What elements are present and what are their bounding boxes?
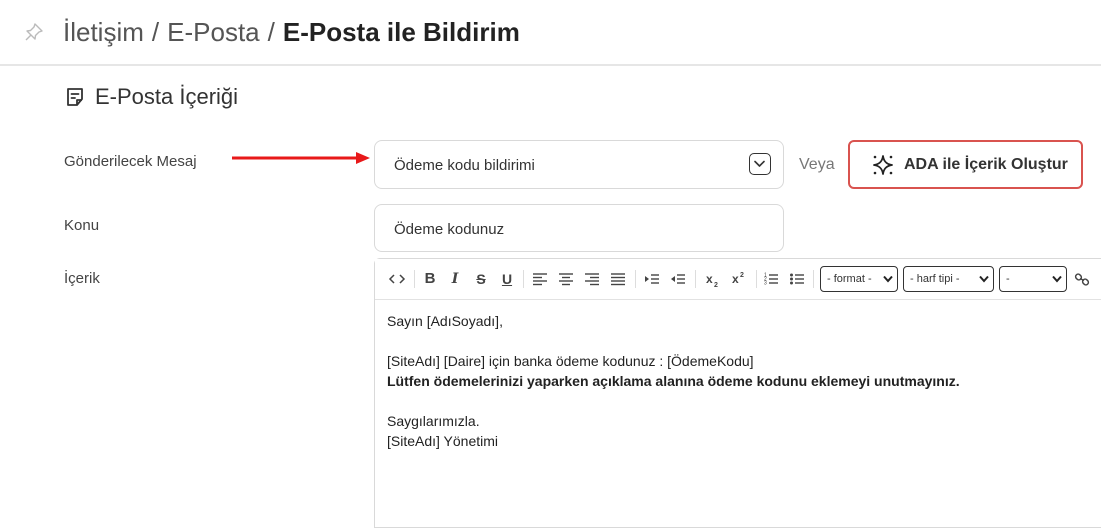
editor-content[interactable]: Sayın [AdıSoyadı], [SiteAdı] [Daire] içi… [387,311,960,451]
sparkle-icon [873,154,893,175]
align-justify-button[interactable] [609,269,627,289]
header-bar: İletişim / E-Posta / E-Posta ile Bildirim [0,0,1101,66]
bold-button[interactable]: B [421,269,439,289]
annotation-arrow [232,152,370,164]
or-text: Veya [799,156,835,173]
toolbar-divider [414,270,415,288]
chevron-down-icon [1052,275,1062,283]
format-select-value: - format - [827,273,872,285]
align-center-button[interactable] [557,269,575,289]
italic-button[interactable]: I [446,269,464,289]
content-line [387,331,960,351]
svg-text:x: x [732,272,739,286]
chevron-down-icon [749,153,771,175]
content-line: [SiteAdı] Yönetimi [387,433,499,449]
breadcrumb-separator: / [151,17,160,47]
section-title: E-Posta İçeriği [64,84,238,110]
breadcrumb-separator: / [267,17,275,47]
link-button[interactable] [1073,269,1091,289]
content-line: Sayın [AdıSoyadı], [387,313,503,329]
subject-input[interactable]: Ödeme kodunuz [374,204,784,252]
content-line [387,391,960,411]
message-select-value: Ödeme kodu bildirimi [394,157,535,174]
outdent-button[interactable] [669,269,687,289]
ordered-list-icon: 123 [764,273,778,287]
subject-label: Konu [64,217,100,234]
ada-generate-button[interactable]: ADA ile İçerik Oluştur [848,140,1083,189]
content-editor[interactable]: B I S U x2 x2 123 - format - - harf tipi… [374,258,1101,528]
pin-icon[interactable] [24,22,44,42]
strikethrough-button[interactable]: S [472,269,490,289]
chevron-down-icon [883,275,893,283]
ordered-list-button[interactable]: 123 [762,269,780,289]
content-line: Saygılarımızla. [387,413,480,429]
svg-text:2: 2 [714,282,718,289]
font-size-select[interactable]: - [999,266,1067,292]
svg-text:3: 3 [764,281,767,287]
underline-button[interactable]: U [498,269,516,289]
align-center-icon [559,273,573,286]
align-right-icon [585,273,599,286]
font-family-select[interactable]: - harf tipi - [903,266,994,292]
editor-toolbar: B I S U x2 x2 123 - format - - harf tipi… [375,259,1101,300]
unordered-list-icon [790,273,804,285]
svg-text:2: 2 [740,272,744,279]
content-line: Lütfen ödemelerinizi yaparken açıklama a… [387,373,960,389]
font-family-select-value: - harf tipi - [910,273,960,285]
svg-text:x: x [706,272,713,286]
toolbar-divider [756,270,757,288]
code-icon [388,274,406,284]
content-line: [SiteAdı] [Daire] için banka ödeme kodun… [387,353,754,369]
toolbar-divider [813,270,814,288]
subscript-button[interactable]: x2 [702,269,724,289]
align-left-button[interactable] [531,269,549,289]
toolbar-divider [695,270,696,288]
message-label: Gönderilecek Mesaj [64,153,197,170]
section-title-text: E-Posta İçeriği [95,84,239,109]
align-right-button[interactable] [583,269,601,289]
toolbar-divider [523,270,524,288]
document-icon [67,88,83,106]
toolbar-divider [635,270,636,288]
message-select[interactable]: Ödeme kodu bildirimi [374,140,784,189]
outdent-icon [671,274,685,284]
align-left-icon [533,273,547,286]
format-select[interactable]: - format - [820,266,898,292]
ada-generate-button-label: ADA ile İçerik Oluştur [904,155,1068,173]
subject-input-value: Ödeme kodunuz [394,221,505,238]
subscript-icon: x2 [706,272,718,289]
indent-icon [645,274,659,284]
page-title: E-Posta ile Bildirim [282,17,520,47]
unordered-list-button[interactable] [788,269,806,289]
source-code-button[interactable] [387,269,407,289]
superscript-button[interactable]: x2 [728,269,750,289]
content-label: İçerik [64,270,100,287]
superscript-icon: x2 [732,272,744,286]
breadcrumb: İletişim / E-Posta / E-Posta ile Bildirim [63,17,520,48]
breadcrumb-item-eposta[interactable]: E-Posta [167,17,260,47]
link-icon [1074,273,1090,286]
font-size-select-value: - [1006,273,1010,285]
chevron-down-icon [979,275,989,283]
align-justify-icon [611,273,625,286]
indent-button[interactable] [643,269,661,289]
breadcrumb-item-iletisim[interactable]: İletişim [63,17,144,47]
